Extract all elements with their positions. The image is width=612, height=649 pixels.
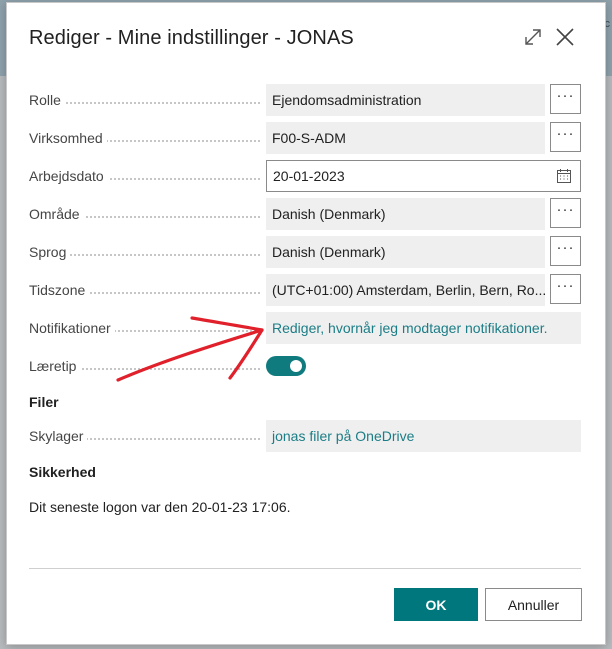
rolle-lookup-button[interactable]: ··· [550, 84, 581, 114]
omraade-lookup-button[interactable]: ··· [550, 198, 581, 228]
label-laeretip: Læretip [29, 358, 81, 374]
row-sprog: Sprog Danish (Denmark) ··· [29, 236, 581, 268]
tidszone-field[interactable]: (UTC+01:00) Amsterdam, Berlin, Bern, Ro.… [266, 274, 545, 306]
row-notifikationer: Notifikationer Rediger, hvornår jeg modt… [29, 312, 581, 344]
virksomhed-field[interactable]: F00-S-ADM [266, 122, 545, 154]
label-skylager: Skylager [29, 428, 88, 444]
cancel-button[interactable]: Annuller [485, 588, 582, 621]
row-rolle: Rolle Ejendomsadministration ··· [29, 84, 581, 116]
footer-divider [29, 568, 581, 569]
arbejdsdato-value: 20-01-2023 [273, 168, 345, 184]
calendar-icon[interactable] [556, 168, 572, 184]
omraade-field[interactable]: Danish (Denmark) [266, 198, 545, 230]
sprog-lookup-button[interactable]: ··· [550, 236, 581, 266]
laeretip-toggle[interactable] [266, 356, 306, 376]
row-omraade: Område Danish (Denmark) ··· [29, 198, 581, 230]
tidszone-lookup-button[interactable]: ··· [550, 274, 581, 304]
sprog-field[interactable]: Danish (Denmark) [266, 236, 545, 268]
toggle-knob [290, 360, 302, 372]
row-virksomhed: Virksomhed F00-S-ADM ··· [29, 122, 581, 154]
label-arbejdsdato: Arbejdsdato [29, 168, 108, 184]
label-rolle: Rolle [29, 92, 65, 108]
close-icon[interactable] [553, 25, 577, 49]
virksomhed-lookup-button[interactable]: ··· [550, 122, 581, 152]
label-omraade: Område [29, 206, 84, 222]
label-virksomhed: Virksomhed [29, 130, 107, 146]
row-skylager: Skylager jonas filer på OneDrive [29, 420, 581, 452]
label-notifikationer: Notifikationer [29, 320, 115, 336]
expand-icon[interactable] [521, 25, 545, 49]
label-sprog: Sprog [29, 244, 71, 260]
row-arbejdsdato: Arbejdsdato 20-01-2023 [29, 160, 581, 192]
arbejdsdato-input[interactable]: 20-01-2023 [266, 160, 581, 192]
label-tidszone: Tidszone [29, 282, 90, 298]
ok-button[interactable]: OK [394, 588, 478, 621]
rolle-field[interactable]: Ejendomsadministration [266, 84, 545, 116]
settings-dialog: Rediger - Mine indstillinger - JONAS Rol… [6, 2, 606, 645]
section-sikkerhed: Sikkerhed [29, 464, 96, 480]
last-logon-text: Dit seneste logon var den 20-01-23 17:06… [29, 499, 291, 515]
row-tidszone: Tidszone (UTC+01:00) Amsterdam, Berlin, … [29, 274, 581, 306]
notifikationer-link[interactable]: Rediger, hvornår jeg modtager notifikati… [266, 312, 581, 344]
skylager-link[interactable]: jonas filer på OneDrive [266, 420, 581, 452]
row-laeretip: Læretip [29, 350, 581, 382]
section-filer: Filer [29, 394, 59, 410]
dialog-title: Rediger - Mine indstillinger - JONAS [29, 27, 354, 49]
